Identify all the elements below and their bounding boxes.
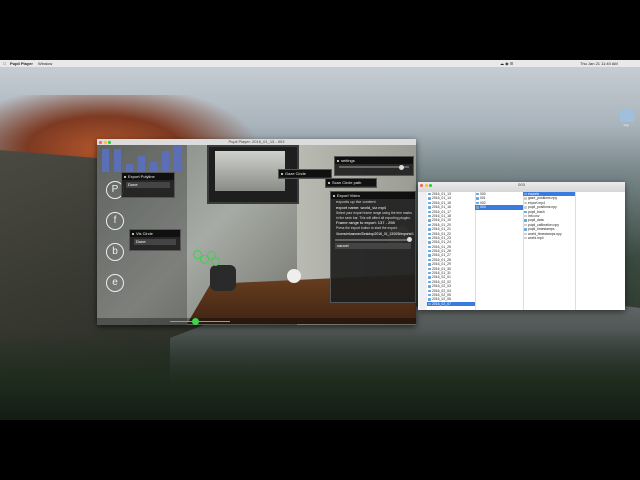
world-video-picture: [215, 151, 285, 191]
finder-window[interactable]: 003 2016_01_13 2016_01_14 2016_01_15 2016_0…: [418, 182, 625, 310]
panel-title[interactable]: Export Polyline: [122, 173, 174, 180]
plugin-button-f[interactable]: f: [106, 212, 124, 230]
scan-path-panel[interactable]: Scan Circle path: [325, 178, 377, 188]
seek-bar[interactable]: [97, 318, 416, 325]
histogram-bar: [162, 151, 169, 172]
export-video-panel[interactable]: Export Video exports up the content expo…: [330, 191, 416, 303]
trim-range[interactable]: [170, 321, 230, 322]
panel-title[interactable]: Gaze Circle: [279, 170, 331, 177]
menubar-window-menu[interactable]: Window: [38, 61, 52, 66]
minimize-window-icon[interactable]: [424, 183, 428, 187]
settings-slider[interactable]: [339, 164, 409, 170]
plugin-button-e[interactable]: e: [106, 274, 124, 292]
gaze-point: [211, 257, 220, 266]
finder-title: 003: [518, 182, 525, 187]
zoom-window-icon[interactable]: [429, 183, 432, 187]
menubar:  Pupil Player Window ☁ ◉ ☰ Thu Jan 21 1…: [0, 60, 640, 67]
menubar-app-name[interactable]: Pupil Player: [10, 61, 33, 66]
minimize-window-icon[interactable]: [103, 140, 107, 144]
vis-circle-field[interactable]: Done: [134, 239, 176, 245]
export-path-text: /Users/mkassner/Desktop/2016_01_13/003/e…: [336, 231, 414, 236]
world-video-mug: [287, 269, 301, 283]
settings-panel[interactable]: settings: [334, 156, 414, 176]
finder-title-bar: 003: [418, 182, 625, 192]
finder-item[interactable]: 2016_02_07: [427, 301, 475, 307]
export-polyline-panel[interactable]: Export Polyline Done: [121, 172, 175, 198]
vis-circle-panel[interactable]: Vis Circle Done: [129, 229, 181, 251]
desktop-icon-label: img: [623, 123, 629, 127]
gaze-circle-panel[interactable]: Gaze Circle: [278, 169, 332, 179]
desktop-folder-icon[interactable]: [620, 110, 634, 122]
histogram-bar: [150, 161, 157, 172]
histogram-bar: [126, 164, 133, 172]
panel-title[interactable]: Scan Circle path: [326, 179, 376, 186]
finder-sidebar[interactable]: [418, 192, 427, 310]
performance-histogram: [102, 146, 186, 172]
panel-title[interactable]: Export Video: [331, 192, 415, 199]
close-window-icon[interactable]: [420, 183, 423, 187]
export-polyline-field[interactable]: Done: [126, 182, 170, 188]
slider-knob[interactable]: [399, 164, 404, 170]
menubar-status-icons[interactable]: ☁ ◉ ☰: [500, 61, 513, 66]
seek-handle[interactable]: [192, 318, 199, 325]
apple-icon[interactable]: : [3, 61, 6, 66]
player-title: Pupil Player: 2016_01_13 - 003: [228, 139, 285, 144]
histogram-bar: [174, 146, 181, 172]
histogram-bar: [114, 148, 121, 172]
progress-knob: [407, 237, 412, 242]
menubar-clock[interactable]: Thu Jan 21 11:40 AM: [580, 61, 618, 66]
finder-item[interactable]: world.mp4: [523, 236, 575, 240]
zoom-window-icon[interactable]: [108, 140, 111, 144]
finder-column-dates[interactable]: 2016_01_13 2016_01_14 2016_01_15 2016_01_16…: [427, 192, 476, 310]
panel-title[interactable]: Vis Circle: [130, 230, 180, 237]
export-instructions-text: Select your export frame range using the…: [336, 211, 412, 220]
finder-item[interactable]: 003: [475, 205, 523, 210]
histogram-bar: [102, 148, 109, 172]
close-window-icon[interactable]: [99, 140, 102, 144]
cancel-export-button[interactable]: cancel: [335, 242, 411, 249]
plugin-button-b[interactable]: b: [106, 243, 124, 261]
wallpaper-foreground: [0, 330, 640, 420]
histogram-bar: [138, 156, 145, 172]
world-video-telephone: [210, 265, 236, 291]
panel-title[interactable]: settings: [335, 157, 413, 164]
finder-column-recordings[interactable]: 000 001 002 003: [475, 192, 524, 310]
export-progress-bar: [335, 237, 412, 242]
finder-column-files[interactable]: exports gaze_positions.npy export.mp4 pupil…: [523, 192, 576, 310]
